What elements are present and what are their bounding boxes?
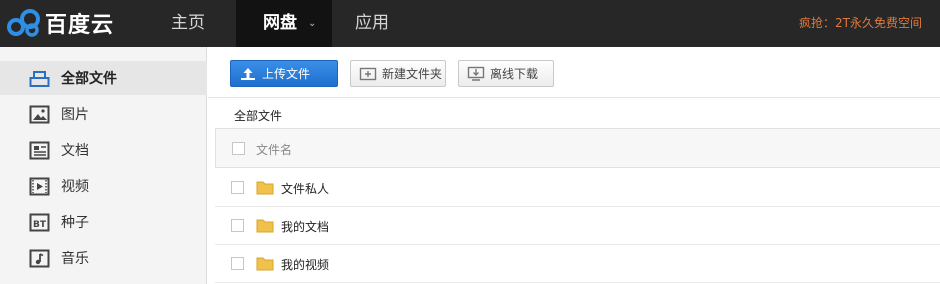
offline-download-button[interactable]: 离线下载 <box>458 60 554 87</box>
sidebar-item-videos[interactable]: 视频 <box>0 169 207 203</box>
sidebar: 全部文件 图片 文档 视频 BT 种子 音乐 <box>0 47 207 284</box>
nav-home[interactable]: 主页 <box>171 0 205 47</box>
sidebar-item-documents[interactable]: 文档 <box>0 133 207 167</box>
sidebar-item-music[interactable]: 音乐 <box>0 241 207 275</box>
sidebar-item-images[interactable]: 图片 <box>0 97 207 131</box>
sidebar-item-label: 音乐 <box>61 251 89 267</box>
svg-text:BT: BT <box>33 220 47 230</box>
table-row[interactable]: 我的视频 <box>215 245 940 283</box>
sidebar-item-label: 种子 <box>61 215 89 231</box>
row-checkbox[interactable] <box>231 257 244 270</box>
baidu-cloud-logo-icon <box>7 9 40 37</box>
top-navigation-bar: 百度云 主页 网盘 ⌄ 应用 疯抢：2T永久免费空间 <box>0 0 940 47</box>
all-files-icon <box>29 70 50 87</box>
nav-disk-label: 网盘 <box>263 13 297 33</box>
upload-icon <box>241 67 255 80</box>
table-row[interactable]: 我的文档 <box>215 207 940 245</box>
folder-icon <box>256 181 274 195</box>
sidebar-item-torrents[interactable]: BT 种子 <box>0 205 207 239</box>
row-checkbox[interactable] <box>231 181 244 194</box>
select-all-checkbox[interactable] <box>232 142 245 155</box>
sidebar-item-label: 视频 <box>61 179 89 195</box>
toolbar: 上传文件 新建文件夹 离线下载 <box>208 47 940 98</box>
video-icon <box>29 177 50 195</box>
offline-download-icon <box>467 66 485 81</box>
promo-link[interactable]: 疯抢：2T永久免费空间 <box>799 0 922 47</box>
music-icon <box>29 249 50 267</box>
folder-icon <box>256 219 274 233</box>
upload-label: 上传文件 <box>262 67 311 81</box>
column-filename[interactable]: 文件名 <box>256 141 292 158</box>
table-row[interactable]: 文件私人 <box>215 169 940 207</box>
new-folder-label: 新建文件夹 <box>382 67 443 81</box>
new-folder-icon <box>359 67 377 80</box>
file-name[interactable]: 文件私人 <box>281 180 329 197</box>
new-folder-button[interactable]: 新建文件夹 <box>350 60 446 87</box>
bt-torrent-icon: BT <box>29 213 50 231</box>
file-list-header: 文件名 <box>215 128 940 168</box>
sidebar-item-label: 全部文件 <box>61 71 117 87</box>
brand-name: 百度云 <box>45 13 115 38</box>
nav-apps[interactable]: 应用 <box>355 0 389 47</box>
folder-icon <box>256 257 274 271</box>
sidebar-item-label: 图片 <box>61 107 89 123</box>
row-checkbox[interactable] <box>231 219 244 232</box>
nav-disk[interactable]: 网盘 ⌄ <box>236 0 332 47</box>
breadcrumb[interactable]: 全部文件 <box>234 107 282 124</box>
chevron-down-icon: ⌄ <box>308 18 317 29</box>
image-icon <box>29 105 50 123</box>
sidebar-item-all-files[interactable]: 全部文件 <box>0 61 207 95</box>
file-browser: 上传文件 新建文件夹 离线下载 全部文件 文件名 文件私人 我的文档 我的视频 <box>208 47 940 284</box>
upload-button[interactable]: 上传文件 <box>230 60 338 87</box>
file-name[interactable]: 我的文档 <box>281 218 329 235</box>
offline-download-label: 离线下载 <box>490 67 539 81</box>
file-name[interactable]: 我的视频 <box>281 256 329 273</box>
document-icon <box>29 141 50 159</box>
brand-logo[interactable]: 百度云 <box>6 7 114 39</box>
sidebar-item-label: 文档 <box>61 143 89 159</box>
